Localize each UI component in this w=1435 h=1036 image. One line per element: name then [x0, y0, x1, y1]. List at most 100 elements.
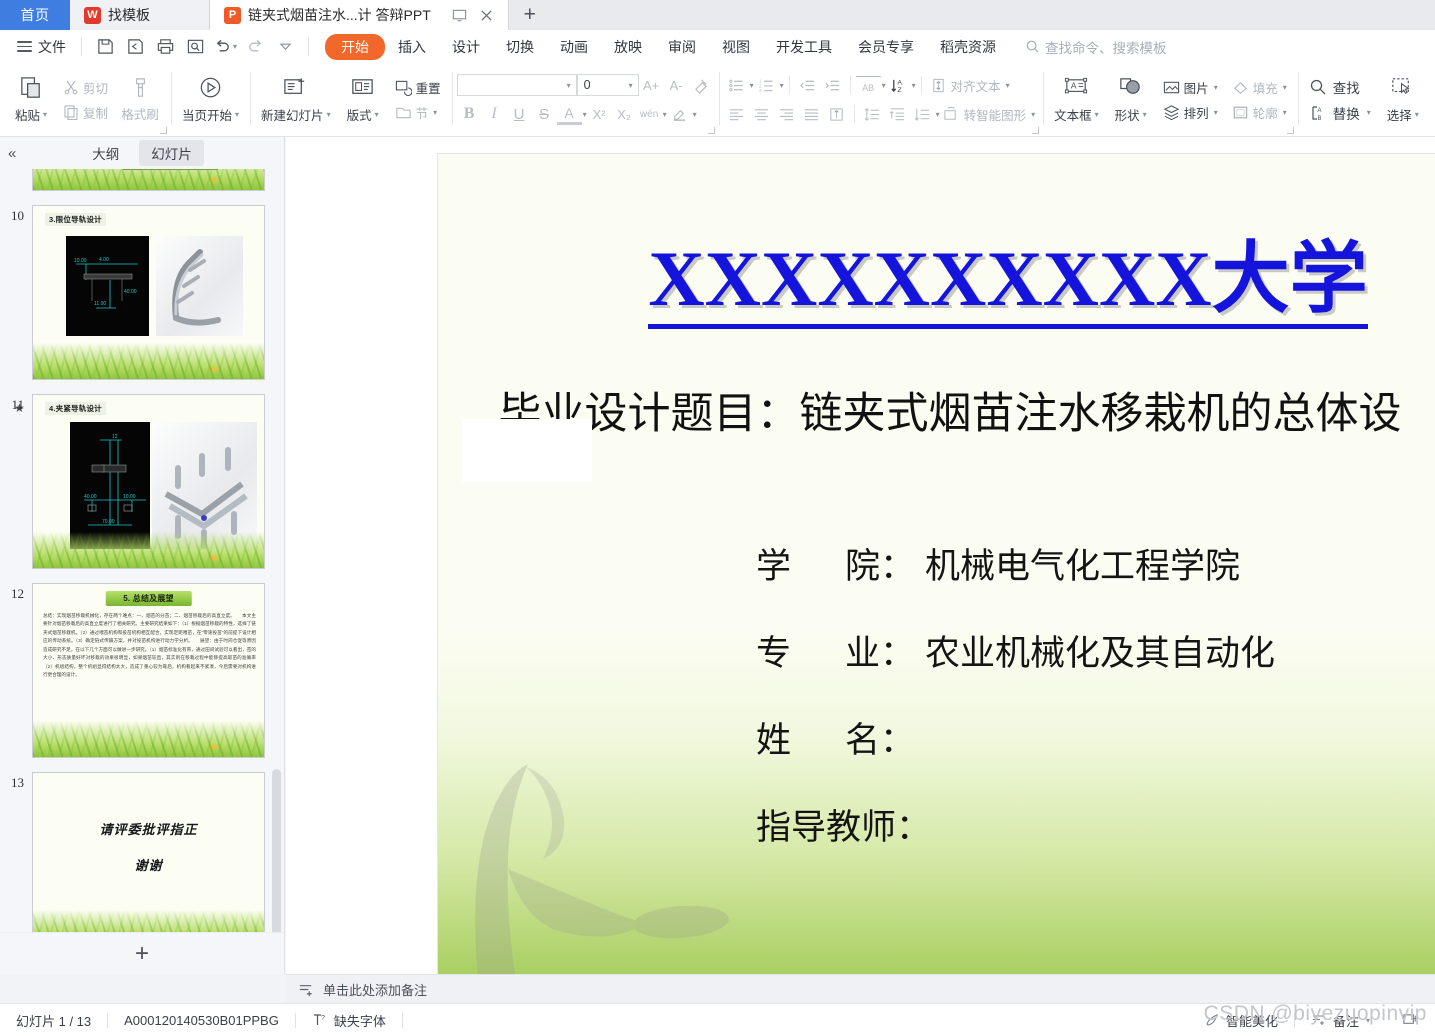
list-item[interactable]: 11 4.夹紧导轨设计 12 40.00 [0, 394, 284, 569]
list-item[interactable]: 10 ★ 3.限位导轨设计 10.00 4.00 40.00 11.00 [0, 205, 284, 380]
new-slide-button[interactable]: 新建幻灯片▾ [255, 66, 337, 133]
font-dialog-launcher[interactable] [708, 127, 715, 134]
thumbnail-scrollbar[interactable] [272, 769, 281, 932]
font-name-caret-icon[interactable]: ▾ [567, 81, 571, 90]
list-item[interactable] [0, 169, 284, 191]
slide-thumbnail[interactable] [32, 169, 265, 191]
layout-button[interactable]: 版式▾ [337, 66, 389, 133]
paragraph-dialog-launcher[interactable] [1032, 127, 1039, 134]
ribbon-tab-start[interactable]: 开始 [325, 34, 385, 60]
start-caret-icon[interactable]: ▾ [235, 110, 239, 119]
customize-quick-access-icon[interactable] [270, 34, 300, 60]
section-caret-icon: ▾ [433, 108, 437, 117]
print-icon[interactable] [150, 34, 180, 60]
clear-format-icon [689, 73, 714, 97]
new-slide-caret-icon[interactable]: ▾ [327, 110, 331, 119]
ribbon-tab-insert[interactable]: 插入 [385, 34, 439, 60]
tab-close-icon[interactable] [479, 8, 494, 23]
slide-thumbnail[interactable]: 5. 总结及展望 总结：实现烟苗移栽机械化，存在两个难点：一、烟苗的分苗；二、烟… [32, 583, 265, 758]
sort-caret-icon[interactable]: ▾ [912, 81, 916, 90]
clipboard-dialog-launcher[interactable] [160, 127, 167, 134]
drawing-dialog-launcher[interactable] [1287, 127, 1294, 134]
picture-caret-icon[interactable]: ▾ [1214, 83, 1218, 92]
ribbon-tab-member[interactable]: 会员专享 [845, 34, 927, 60]
font-row-1: ▾ 0 ▾ A+ A- [457, 73, 714, 97]
line-spacing-icon [860, 102, 885, 126]
ribbon-tab-animations[interactable]: 动画 [547, 34, 601, 60]
slide-thumbnail-list[interactable]: 10 ★ 3.限位导轨设计 10.00 4.00 40.00 11.00 [0, 169, 284, 932]
ribbon-tab-review[interactable]: 审阅 [655, 34, 709, 60]
find-button[interactable]: 查找 [1306, 76, 1374, 98]
info-label-a: 指导教师： [756, 808, 931, 847]
3d-render-image [152, 422, 257, 549]
collapse-left-icon[interactable]: « [8, 145, 16, 162]
command-search[interactable]: 查找命令、搜索模板 [1025, 37, 1167, 57]
tab-home[interactable]: 首页 [0, 0, 70, 30]
to-smartart-label: 转智能图形 [964, 105, 1027, 124]
reset-button[interactable]: 重置 [392, 77, 444, 98]
increase-indent-icon [820, 73, 845, 97]
font-size-caret-icon[interactable]: ▾ [629, 81, 633, 90]
undo-dropdown-caret[interactable]: ▾ [233, 42, 237, 51]
tab-presentation[interactable]: P 链夹式烟苗注水...计 答辩PPT [210, 0, 509, 30]
save-as-icon[interactable] [120, 34, 150, 60]
shapes-caret-icon[interactable]: ▾ [1143, 110, 1147, 119]
status-right-group: 智能美化 备注 ▾ [1188, 1011, 1435, 1030]
sort-icon[interactable]: AZ [886, 73, 911, 97]
ribbon-tab-developer[interactable]: 开发工具 [763, 34, 845, 60]
3d-render-image [156, 236, 243, 336]
save-icon[interactable] [90, 34, 120, 60]
font-size-input[interactable]: 0 ▾ [577, 74, 639, 96]
list-item[interactable]: 13 请评委批评指正 谢谢 [0, 772, 284, 932]
slide-info-block[interactable]: 学院： 机械电气化工程学院 专业： 农业机械化及其自动化 姓名： 指导教师： [756, 538, 1275, 886]
print-preview-icon[interactable] [180, 34, 210, 60]
slide-title-text: XXXXXXXXXX大学 [648, 235, 1367, 329]
missing-font-status[interactable]: ? 缺失字体 [296, 1011, 402, 1030]
new-tab-button[interactable]: + [509, 0, 551, 30]
list-item[interactable]: 12 5. 总结及展望 总结：实现烟苗移栽机械化，存在两个难点：一、烟苗的分苗；… [0, 583, 284, 758]
wpp-presentation-icon: P [224, 7, 241, 24]
slide-thumbnail[interactable]: 4.夹紧导轨设计 12 40.00 10.00 [32, 394, 265, 569]
view-mode-button[interactable] [1386, 1012, 1435, 1029]
svg-text:4.00: 4.00 [99, 257, 109, 263]
paste-button[interactable]: 粘贴▾ [5, 66, 57, 133]
notes-toggle-caret-icon[interactable]: ▾ [1366, 1016, 1370, 1025]
select-icon [1389, 75, 1416, 102]
ribbon-tab-design[interactable]: 设计 [439, 34, 493, 60]
textbox-button[interactable]: A 文本框▾ [1048, 66, 1105, 133]
smart-beautify-button[interactable]: 智能美化 [1188, 1011, 1294, 1030]
tab-monitor-icon[interactable] [452, 8, 467, 23]
arrange-button[interactable]: 排列 ▾ [1160, 102, 1221, 123]
paste-caret-icon[interactable]: ▾ [43, 110, 47, 119]
undo-icon[interactable]: ▾ [210, 34, 240, 60]
slide-title[interactable]: XXXXXXXXXX大学 [438, 216, 1435, 328]
replace-button[interactable]: AB 替换 ▾ [1306, 102, 1374, 124]
start-from-current-button[interactable]: 当页开始▾ [176, 66, 245, 133]
replace-caret-icon[interactable]: ▾ [1367, 108, 1371, 117]
slide-thumbnail[interactable]: 请评委批评指正 谢谢 [32, 772, 265, 932]
file-menu-button[interactable]: 文件 [10, 37, 73, 57]
current-slide[interactable]: XXXXXXXXXX大学 毕业设计题目：链夹式烟苗注水移栽机的总体设 学院： 机… [438, 154, 1435, 979]
add-slide-button[interactable]: + [0, 932, 284, 974]
picture-button[interactable]: 图片 ▾ [1160, 77, 1221, 98]
align-text-button: 对齐文本 ▾ [927, 75, 1013, 96]
underline-button: U [507, 102, 532, 126]
slide-editor-canvas[interactable]: XXXXXXXXXX大学 毕业设计题目：链夹式烟苗注水移栽机的总体设 学院： 机… [286, 137, 1435, 974]
layout-caret-icon[interactable]: ▾ [375, 110, 379, 119]
tab-find-template[interactable]: W 找模板 [70, 0, 210, 30]
ribbon-tab-docer[interactable]: 稻壳资源 [927, 34, 1009, 60]
tab-outline[interactable]: 大纲 [80, 140, 131, 166]
ribbon-tab-transitions[interactable]: 切换 [493, 34, 547, 60]
ribbon-tab-view[interactable]: 视图 [709, 34, 763, 60]
ribbon-tab-slideshow[interactable]: 放映 [601, 34, 655, 60]
tab-slides[interactable]: 幻灯片 [139, 140, 204, 166]
select-caret-icon[interactable]: ▾ [1415, 110, 1419, 119]
textbox-caret-icon[interactable]: ▾ [1095, 110, 1099, 119]
notes-pane[interactable]: 单击此处添加备注 [286, 974, 1435, 1003]
arrange-caret-icon[interactable]: ▾ [1214, 108, 1218, 117]
font-name-input[interactable]: ▾ [457, 74, 577, 96]
notes-toggle-button[interactable]: 备注 ▾ [1295, 1011, 1386, 1030]
select-button[interactable]: 选择▾ [1377, 66, 1429, 133]
slide-thumbnail[interactable]: 3.限位导轨设计 10.00 4.00 40.00 11.00 [32, 205, 265, 380]
shapes-button[interactable]: 形状▾ [1105, 66, 1157, 133]
